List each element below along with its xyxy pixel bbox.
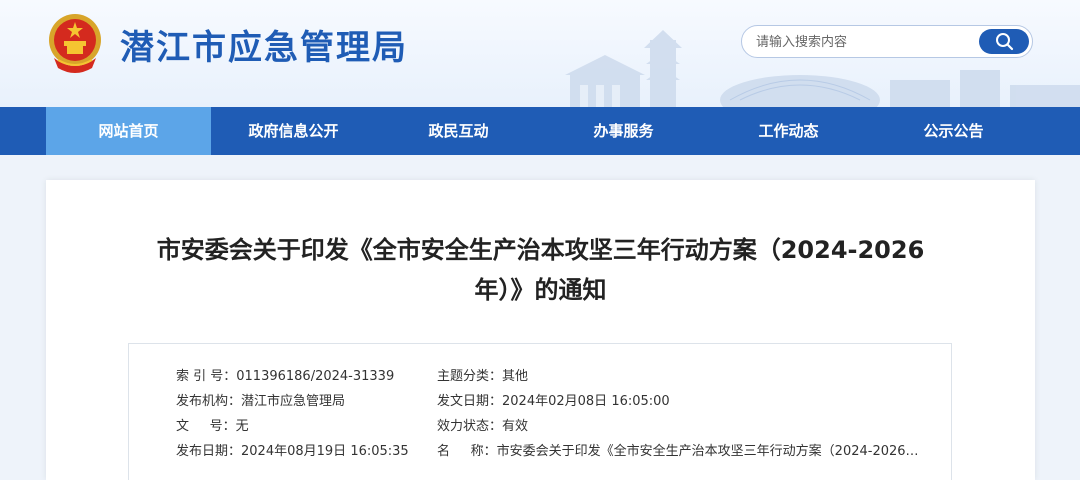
meta-category: 主题分类：其他 — [437, 365, 528, 384]
main-nav: 网站首页 政府信息公开 政民互动 办事服务 工作动态 公示公告 — [0, 107, 1080, 155]
meta-status-value: 有效 — [502, 419, 529, 434]
meta-issue-date: 发文日期：2024年02月08日 16:05:00 — [437, 390, 670, 409]
meta-publish-date-label: 发布日期： — [176, 444, 242, 459]
meta-name-value: 市安委会关于印发《全市安全生产治本攻坚三年行动方案（2024-2026年... — [496, 444, 931, 459]
meta-status: 效力状态：有效 — [437, 415, 528, 434]
meta-doc-no-value: 无 — [235, 419, 249, 434]
meta-org: 发布机构：潜江市应急管理局 — [176, 390, 345, 409]
meta-category-label: 主题分类： — [437, 369, 503, 384]
nav-item-services[interactable]: 办事服务 — [541, 107, 706, 155]
meta-publish-date-value: 2024年08月19日 16:05:35 — [241, 444, 409, 459]
article-title-line1: 市安委会关于印发《全市安全生产治本攻坚三年行动方案（2024-2026 — [156, 236, 925, 264]
meta-name-label: 名 称： — [437, 444, 497, 459]
article-panel: 市安委会关于印发《全市安全生产治本攻坚三年行动方案（2024-2026 年）》的… — [46, 180, 1035, 480]
national-emblem-icon — [49, 14, 101, 73]
search-button[interactable] — [979, 29, 1029, 54]
meta-doc-no: 文 号：无 — [176, 415, 249, 434]
meta-org-value: 潜江市应急管理局 — [241, 394, 346, 409]
meta-issue-date-value: 2024年02月08日 16:05:00 — [502, 394, 670, 409]
meta-category-value: 其他 — [502, 369, 529, 384]
site-title[interactable]: 潜江市应急管理局 — [120, 20, 408, 69]
meta-issue-date-label: 发文日期： — [437, 394, 503, 409]
search-box — [741, 25, 1033, 58]
document-metadata: 索 引 号：011396186/2024-31339 主题分类：其他 发布机构：… — [128, 343, 952, 480]
nav-item-work-news[interactable]: 工作动态 — [706, 107, 871, 155]
search-icon — [996, 33, 1014, 51]
search-input[interactable] — [756, 32, 976, 52]
meta-doc-no-label: 文 号： — [176, 419, 236, 434]
meta-publish-date: 发布日期：2024年08月19日 16:05:35 — [176, 440, 409, 459]
nav-item-home[interactable]: 网站首页 — [46, 107, 211, 155]
article-title-line2: 年）》的通知 — [474, 276, 607, 304]
meta-status-label: 效力状态： — [437, 419, 503, 434]
meta-index: 索 引 号：011396186/2024-31339 — [176, 365, 394, 384]
meta-index-value: 011396186/2024-31339 — [236, 369, 395, 384]
nav-item-interaction[interactable]: 政民互动 — [376, 107, 541, 155]
nav-item-announcements[interactable]: 公示公告 — [871, 107, 1036, 155]
article-title: 市安委会关于印发《全市安全生产治本攻坚三年行动方案（2024-2026 年）》的… — [106, 230, 975, 310]
meta-org-label: 发布机构： — [176, 394, 242, 409]
site-header: 潜江市应急管理局 — [0, 0, 1080, 107]
nav-item-gov-info[interactable]: 政府信息公开 — [211, 107, 376, 155]
meta-name: 名 称：市安委会关于印发《全市安全生产治本攻坚三年行动方案（2024-2026年… — [437, 440, 931, 459]
meta-index-label: 索 引 号： — [176, 369, 237, 384]
